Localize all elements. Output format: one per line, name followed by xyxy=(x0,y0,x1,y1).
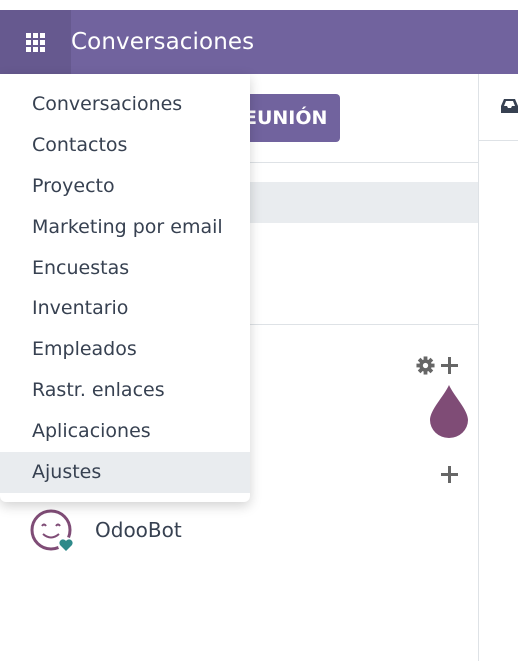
top-strip xyxy=(0,0,518,10)
menu-item-proyecto[interactable]: Proyecto xyxy=(0,166,250,207)
menu-item-encuestas[interactable]: Encuestas xyxy=(0,248,250,289)
apps-menu-button[interactable] xyxy=(0,10,71,74)
menu-item-conversaciones[interactable]: Conversaciones xyxy=(0,84,250,125)
menu-item-aplicaciones[interactable]: Aplicaciones xyxy=(0,411,250,452)
right-header-divider xyxy=(479,140,518,141)
menu-item-empleados[interactable]: Empleados xyxy=(0,329,250,370)
menu-item-marketing-email[interactable]: Marketing por email xyxy=(0,207,250,248)
gear-icon[interactable] xyxy=(416,356,435,375)
menu-item-contactos[interactable]: Contactos xyxy=(0,125,250,166)
menu-item-rastr-enlaces[interactable]: Rastr. enlaces xyxy=(0,370,250,411)
apps-dropdown-menu: Conversaciones Contactos Proyecto Market… xyxy=(0,74,250,502)
inbox-icon[interactable] xyxy=(501,98,518,114)
odoobot-name[interactable]: OdooBot xyxy=(95,518,182,542)
add-chat-plus-icon[interactable] xyxy=(441,466,458,483)
panel-divider xyxy=(478,74,479,661)
drop-icon[interactable] xyxy=(428,384,470,438)
menu-item-inventario[interactable]: Inventario xyxy=(0,288,250,329)
add-channel-plus-icon[interactable] xyxy=(441,357,458,374)
odoobot-avatar[interactable] xyxy=(30,509,75,554)
grid-icon xyxy=(26,32,45,52)
top-navbar: Conversaciones xyxy=(0,10,518,74)
menu-item-ajustes[interactable]: Ajustes xyxy=(0,452,250,493)
app-title[interactable]: Conversaciones xyxy=(71,10,254,74)
